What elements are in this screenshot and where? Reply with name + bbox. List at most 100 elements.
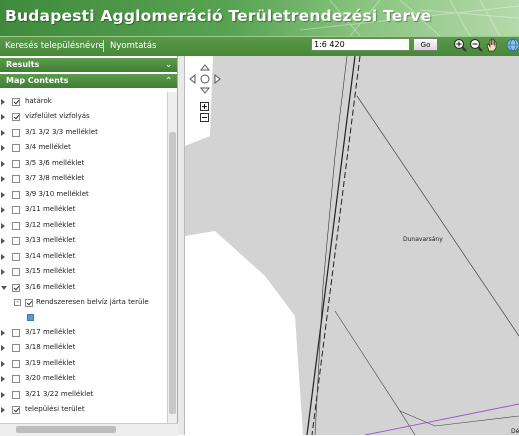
expand-arrow-icon[interactable] [1, 223, 5, 229]
map-zoom-out-button[interactable]: − [200, 113, 209, 122]
results-title: Results [6, 60, 40, 69]
layer-checkbox[interactable] [12, 360, 20, 368]
layer-checkbox[interactable] [12, 268, 20, 276]
expand-arrow-icon[interactable] [1, 345, 5, 351]
layer-checkbox[interactable] [12, 129, 20, 137]
map-contents-panel-header[interactable]: Map Contents ⌃ [0, 74, 177, 88]
horizontal-scroll-thumb[interactable] [16, 426, 116, 433]
layer-label: 3/11 melléklet [25, 205, 76, 213]
layer-row[interactable]: 3/16 melléklet [0, 282, 166, 296]
legend-row [0, 311, 166, 325]
layer-checkbox[interactable] [12, 222, 20, 230]
expand-arrow-icon[interactable] [1, 269, 5, 275]
layer-label: 3/20 melléklet [25, 374, 76, 382]
layer-label: 3/15 melléklet [25, 267, 76, 275]
layer-checkbox[interactable] [12, 160, 20, 168]
layer-row[interactable]: 3/17 melléklet [0, 327, 166, 341]
layer-label: 3/5 3/6 melléklet [25, 159, 85, 167]
layer-checkbox[interactable] [12, 191, 20, 199]
expand-arrow-icon[interactable] [1, 361, 5, 367]
map-canvas[interactable] [185, 56, 519, 435]
layer-checkbox[interactable] [12, 253, 20, 261]
expand-arrow-icon[interactable] [1, 238, 5, 244]
layer-checkbox[interactable] [12, 375, 20, 383]
expand-arrow-icon[interactable] [1, 130, 5, 136]
layer-checkbox[interactable] [12, 98, 20, 106]
zoom-out-icon[interactable] [469, 38, 483, 52]
scale-input[interactable] [311, 38, 410, 51]
layer-label: 3/4 melléklet [25, 143, 71, 151]
layer-checkbox[interactable] [12, 237, 20, 245]
expand-arrow-icon[interactable] [1, 114, 5, 120]
layer-checkbox[interactable] [12, 344, 20, 352]
expand-arrow-icon[interactable] [1, 192, 5, 198]
layer-label: vízfelület vízfolyás [25, 112, 90, 120]
layer-row[interactable]: határok [0, 96, 166, 110]
sublayer-checkbox[interactable] [25, 299, 33, 307]
layer-label: határok [25, 97, 52, 105]
legend-swatch [27, 314, 34, 321]
layer-row[interactable]: 3/11 melléklet [0, 204, 166, 218]
left-panel: Results ⌄ Map Contents ⌃ határok vízfelü… [0, 56, 178, 436]
layer-row[interactable]: 3/13 melléklet [0, 235, 166, 249]
layer-label: 3/17 melléklet [25, 328, 76, 336]
expand-arrow-icon[interactable] [1, 376, 5, 382]
layer-label: 3/18 melléklet [25, 343, 76, 351]
layer-row[interactable]: 3/1 3/2 3/3 melléklet [0, 127, 166, 141]
go-button[interactable]: Go [413, 38, 438, 51]
zoom-in-icon[interactable] [453, 38, 467, 52]
print-link[interactable]: Nyomtatás [110, 41, 156, 51]
layer-row[interactable]: 3/12 melléklet [0, 220, 166, 234]
expand-arrow-icon[interactable] [1, 392, 5, 398]
layer-list-horizontal-scrollbar[interactable] [0, 423, 178, 436]
layer-checkbox[interactable] [12, 329, 20, 337]
layer-label: 3/7 3/8 melléklet [25, 174, 85, 182]
layer-row[interactable]: 3/21 3/22 melléklet [0, 389, 166, 403]
chevron-up-icon[interactable]: ⌃ [165, 74, 172, 88]
expand-arrow-icon[interactable] [1, 330, 5, 336]
pan-hand-icon[interactable] [485, 38, 499, 52]
layer-checkbox[interactable] [12, 391, 20, 399]
map-view[interactable]: Dunavarsány Dé [185, 56, 519, 435]
expand-arrow-icon[interactable] [1, 254, 5, 260]
panel-splitter[interactable] [178, 56, 185, 435]
sublayer-row[interactable]: - Rendszeresen belvíz járta terüle [0, 297, 166, 311]
layer-row[interactable]: 3/5 3/6 melléklet [0, 158, 166, 172]
layer-row[interactable]: 3/20 melléklet [0, 373, 166, 387]
layer-row[interactable]: 3/15 melléklet [0, 266, 166, 280]
expand-arrow-icon[interactable] [1, 161, 5, 167]
expand-arrow-icon[interactable] [1, 207, 5, 213]
layer-checkbox[interactable] [12, 113, 20, 121]
layer-row[interactable]: 3/9 3/10 melléklet [0, 189, 166, 203]
layer-row[interactable]: 3/7 3/8 melléklet [0, 173, 166, 187]
layer-row[interactable]: 3/4 melléklet [0, 142, 166, 156]
map-zoom-in-button[interactable]: + [200, 102, 209, 111]
expand-arrow-icon[interactable] [1, 176, 5, 182]
vertical-scroll-thumb[interactable] [169, 132, 176, 414]
layer-label: 3/1 3/2 3/3 melléklet [25, 128, 98, 136]
layer-checkbox[interactable] [12, 175, 20, 183]
layer-list-vertical-scrollbar[interactable] [167, 92, 177, 423]
layer-row[interactable]: települési terület [0, 404, 166, 418]
layer-label: 3/12 melléklet [25, 221, 76, 229]
layer-checkbox[interactable] [12, 206, 20, 214]
expand-arrow-icon[interactable] [1, 145, 5, 151]
layer-row[interactable]: 3/18 melléklet [0, 342, 166, 356]
chevron-down-icon[interactable]: ⌄ [165, 58, 172, 72]
layer-checkbox[interactable] [12, 284, 20, 292]
map-place-label: Dé [511, 428, 519, 435]
search-settlement-link[interactable]: Keresés településnévre [5, 41, 104, 51]
layer-checkbox[interactable] [12, 406, 20, 414]
collapse-arrow-icon[interactable] [1, 286, 7, 290]
results-panel-header[interactable]: Results ⌄ [0, 58, 177, 72]
layer-row[interactable]: 3/19 melléklet [0, 358, 166, 372]
expand-arrow-icon[interactable] [1, 407, 5, 413]
layer-checkbox[interactable] [12, 144, 20, 152]
layer-label: 3/13 melléklet [25, 236, 76, 244]
sublayer-collapse-icon[interactable]: - [14, 299, 21, 306]
expand-arrow-icon[interactable] [1, 99, 5, 105]
globe-icon[interactable] [506, 38, 519, 52]
pan-control-icon[interactable] [188, 64, 222, 94]
layer-row[interactable]: 3/14 melléklet [0, 251, 166, 265]
layer-row[interactable]: vízfelület vízfolyás [0, 111, 166, 125]
